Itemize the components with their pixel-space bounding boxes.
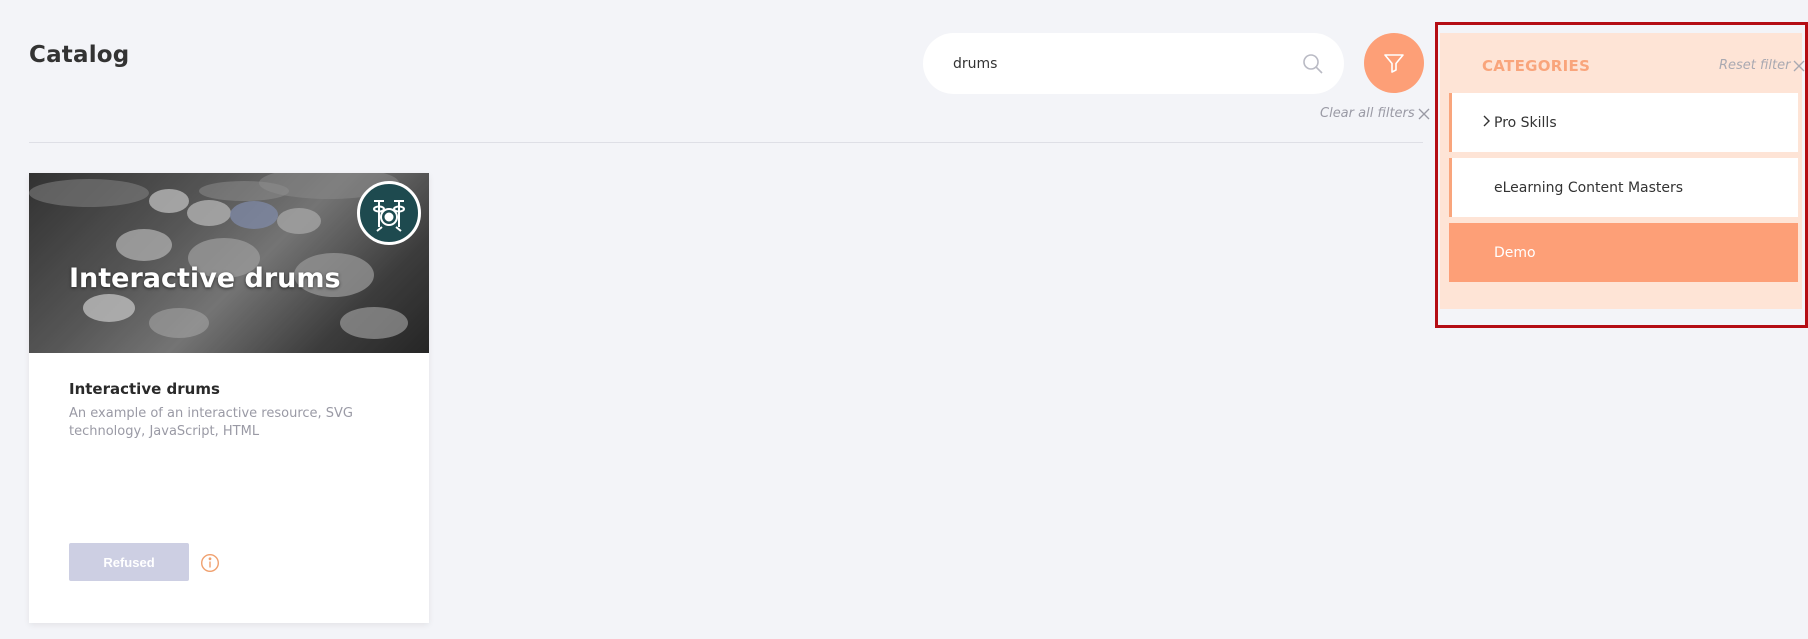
card-cover-image: Interactive drums bbox=[29, 173, 429, 353]
reset-filter-link[interactable]: Reset filter bbox=[1719, 58, 1806, 73]
search-input[interactable] bbox=[953, 51, 1283, 77]
page-title: Catalog bbox=[29, 42, 130, 68]
close-icon bbox=[1794, 60, 1805, 71]
search-box[interactable] bbox=[923, 33, 1344, 94]
category-item-elearning-content-masters[interactable]: eLearning Content Masters bbox=[1449, 158, 1798, 217]
clear-all-filters-link[interactable]: Clear all filters bbox=[1320, 106, 1431, 121]
filter-funnel-icon bbox=[1384, 54, 1404, 73]
search-icon[interactable] bbox=[1301, 52, 1325, 76]
category-label: Demo bbox=[1494, 244, 1536, 261]
clear-all-filters-label: Clear all filters bbox=[1320, 106, 1415, 121]
card-description: An example of an interactive resource, S… bbox=[69, 406, 354, 439]
card-title[interactable]: Interactive drums bbox=[69, 380, 220, 398]
category-label: eLearning Content Masters bbox=[1494, 179, 1684, 196]
drum-kit-badge bbox=[357, 181, 421, 245]
category-label: Pro Skills bbox=[1494, 114, 1557, 131]
filter-toggle-button[interactable] bbox=[1364, 33, 1424, 93]
header-divider bbox=[29, 142, 1423, 143]
close-icon bbox=[1418, 108, 1430, 119]
catalog-card[interactable]: Interactive drums Interactive drums An e… bbox=[29, 173, 429, 623]
info-icon[interactable] bbox=[200, 553, 220, 573]
categories-heading: CATEGORIES bbox=[1482, 57, 1591, 75]
category-item-pro-skills[interactable]: Pro Skills bbox=[1449, 93, 1798, 152]
card-image-title: Interactive drums bbox=[69, 263, 341, 294]
chevron-right-icon[interactable] bbox=[1481, 114, 1491, 128]
reset-filter-label: Reset filter bbox=[1719, 58, 1791, 73]
drum-kit-icon bbox=[373, 200, 405, 232]
refused-status-button[interactable]: Refused bbox=[69, 543, 189, 581]
category-item-demo[interactable]: Demo bbox=[1449, 223, 1798, 282]
